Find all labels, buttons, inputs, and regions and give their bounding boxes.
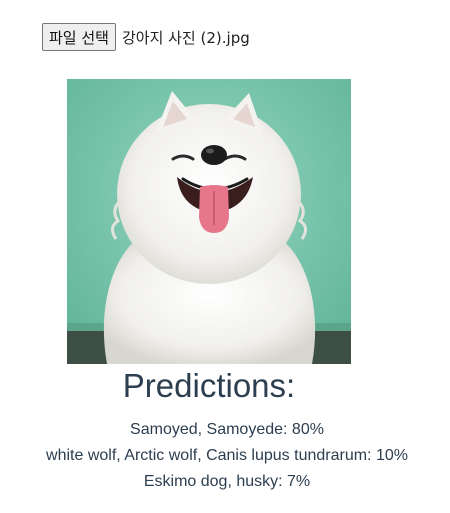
samoyed-illustration [67, 79, 351, 364]
prediction-item: Samoyed, Samoyede: 80% [130, 421, 324, 438]
choose-file-button[interactable]: 파일 선택 [42, 23, 116, 51]
predictions-heading: Predictions: [122, 367, 296, 404]
prediction-item: Eskimo dog, husky: 7% [143, 473, 311, 490]
selected-file-name: 강아지 사진 (2).jpg [121, 28, 250, 47]
predictions-list: Samoyed, Samoyede: 80% white wolf, Arcti… [0, 417, 450, 495]
uploaded-dog-image [67, 79, 351, 364]
prediction-item: white wolf, Arctic wolf, Canis lupus tun… [46, 447, 408, 464]
file-input[interactable]: 파일 선택 강아지 사진 (2).jpg [42, 22, 250, 52]
